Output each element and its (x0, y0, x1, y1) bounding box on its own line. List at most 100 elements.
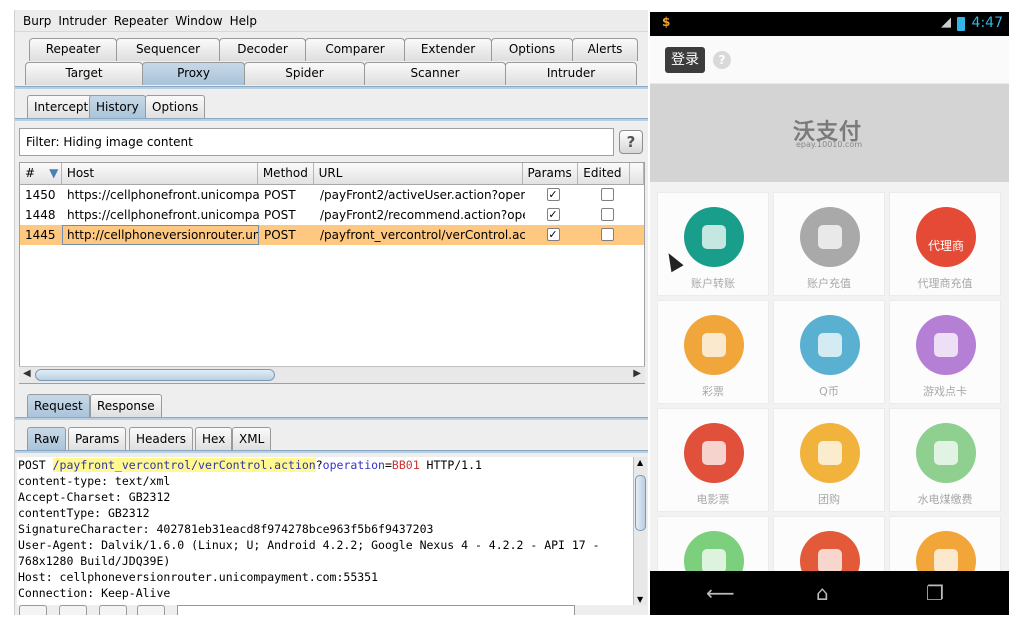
col-number[interactable]: # ▼ (20, 163, 62, 184)
col-host[interactable]: Host (62, 163, 258, 184)
next-button[interactable] (137, 605, 165, 615)
scroll-left-icon[interactable]: ◀ (23, 368, 31, 379)
scroll-right-icon[interactable]: ▶ (633, 368, 641, 379)
params-checkbox[interactable]: ✓ (546, 228, 560, 241)
tab-proxy[interactable]: Proxy (142, 62, 245, 85)
login-button[interactable]: 登录 (665, 47, 705, 73)
service-tile[interactable]: 账户转账 (657, 192, 769, 296)
search-input[interactable] (177, 605, 575, 615)
scroll-up-icon[interactable]: ▲ (637, 458, 643, 467)
cell-url: /payFront2/activeUser.action?oper... (320, 188, 525, 202)
cell-params: ✓ (525, 185, 581, 205)
tab-sequencer[interactable]: Sequencer (116, 38, 220, 61)
filter-bar[interactable]: Filter: Hiding image content (19, 128, 614, 156)
recent-apps-icon[interactable]: ❐ (926, 581, 944, 605)
tab-response[interactable]: Response (90, 394, 162, 418)
tile-icon-shape (818, 225, 842, 249)
col-params[interactable]: Params (523, 163, 579, 184)
account-recharge-icon (800, 207, 860, 267)
service-tile[interactable]: 团购 (773, 408, 885, 512)
params-checkbox[interactable]: ✓ (546, 188, 560, 201)
header-line: contentType: GB2312 (18, 506, 150, 520)
header-line: content-type: text/xml (18, 474, 171, 488)
tab-target[interactable]: Target (25, 62, 143, 85)
menu-help[interactable]: Help (230, 14, 257, 28)
table-row[interactable]: 1450 https://cellphonefront.unicompay... P… (20, 185, 644, 205)
table-body: 1450 https://cellphonefront.unicompay... P… (20, 185, 644, 245)
transfer-icon (684, 207, 744, 267)
previous-button[interactable] (59, 605, 87, 615)
horizontal-scrollbar[interactable]: ◀ ▶ (19, 366, 645, 383)
tile-label: 水电煤缴费 (917, 493, 973, 506)
col-url[interactable]: URL (314, 163, 523, 184)
tab-hex[interactable]: Hex (195, 427, 233, 451)
table-row[interactable]: 1448 https://cellphonefront.unicompay... P… (20, 205, 644, 225)
add-button[interactable] (99, 605, 127, 615)
request-editor[interactable]: POST /payfront_vercontrol/verControl.act… (17, 457, 635, 605)
help-button[interactable]: ? (619, 130, 643, 154)
tab-history[interactable]: History (89, 95, 146, 119)
tab-params[interactable]: Params (68, 427, 127, 451)
tab-comparer[interactable]: Comparer (305, 38, 405, 61)
back-icon[interactable]: ⟵ (706, 581, 735, 605)
edited-checkbox[interactable] (600, 188, 614, 201)
tab-request[interactable]: Request (27, 394, 90, 418)
menu-burp[interactable]: Burp (23, 14, 51, 28)
banner[interactable]: 沃支付 epay.10010.com (650, 84, 1009, 182)
vertical-scrollbar[interactable]: ▲ ▼ (633, 457, 647, 605)
sort-arrow-icon: ▼ (49, 166, 59, 180)
tab-intercept[interactable]: Intercept (27, 95, 96, 119)
service-tile[interactable]: 代理商 代理商充值 (889, 192, 1001, 296)
menu-intruder[interactable]: Intruder (58, 14, 106, 28)
tab-spider[interactable]: Spider (244, 62, 365, 85)
wifi-icon: ◢ (941, 15, 951, 30)
cell-params: ✓ (525, 205, 581, 225)
scroll-thumb[interactable] (35, 369, 275, 381)
status-clock: 4:47 (971, 15, 1003, 31)
tile-icon-shape (818, 333, 842, 357)
tab-decoder[interactable]: Decoder (219, 38, 306, 61)
tab-options[interactable]: Options (491, 38, 573, 61)
header-line: SignatureCharacter: 402781eb31eacd8f9742… (18, 522, 434, 536)
service-tile[interactable]: 账户充值 (773, 192, 885, 296)
tab-alerts[interactable]: Alerts (572, 38, 638, 61)
col-edited[interactable]: Edited (578, 163, 631, 184)
tab-extender[interactable]: Extender (404, 38, 492, 61)
help-small-button[interactable] (19, 605, 47, 615)
service-tile[interactable]: 水电煤缴费 (889, 408, 1001, 512)
tile-icon-shape (702, 441, 726, 465)
col-overflow (630, 163, 644, 184)
cell-number: 1445 (25, 228, 56, 242)
scroll-thumb[interactable] (635, 475, 646, 531)
service-tile[interactable]: 游戏点卡 (889, 300, 1001, 404)
edited-checkbox[interactable] (600, 208, 614, 221)
edited-checkbox[interactable] (600, 228, 614, 241)
tile-label: Q币 (819, 385, 839, 398)
tab-headers[interactable]: Headers (129, 427, 193, 451)
tab-proxy-options[interactable]: Options (145, 95, 206, 119)
table-row[interactable]: 1445 http://cellphoneversionrouter.uni...… (20, 225, 644, 245)
tile-label: 彩票 (702, 385, 724, 398)
tab-repeater[interactable]: Repeater (29, 38, 117, 61)
navigation-bar: ⟵ ⌂ ❐ (650, 571, 1009, 615)
status-bar: $ ◢ 4:47 (650, 12, 1009, 36)
menu-window[interactable]: Window (175, 14, 222, 28)
tile-icon-shape (702, 549, 726, 573)
service-tile[interactable]: 电影票 (657, 408, 769, 512)
screen: Burp Intruder Repeater Window Help Repea… (0, 0, 1025, 636)
tab-intruder[interactable]: Intruder (505, 62, 637, 85)
home-icon[interactable]: ⌂ (816, 581, 829, 605)
scroll-down-icon[interactable]: ▼ (637, 595, 643, 604)
help-icon[interactable]: ? (713, 51, 731, 69)
tab-raw[interactable]: Raw (27, 427, 67, 451)
group-buy-icon (800, 423, 860, 483)
tile-icon-shape (934, 333, 958, 357)
service-tile[interactable]: Q币 (773, 300, 885, 404)
params-checkbox[interactable]: ✓ (546, 208, 560, 221)
tab-scanner[interactable]: Scanner (364, 62, 506, 85)
cell-method: POST (264, 228, 296, 242)
tab-xml[interactable]: XML (232, 427, 272, 451)
service-tile[interactable]: 彩票 (657, 300, 769, 404)
col-method[interactable]: Method (258, 163, 314, 184)
menu-repeater[interactable]: Repeater (114, 14, 169, 28)
